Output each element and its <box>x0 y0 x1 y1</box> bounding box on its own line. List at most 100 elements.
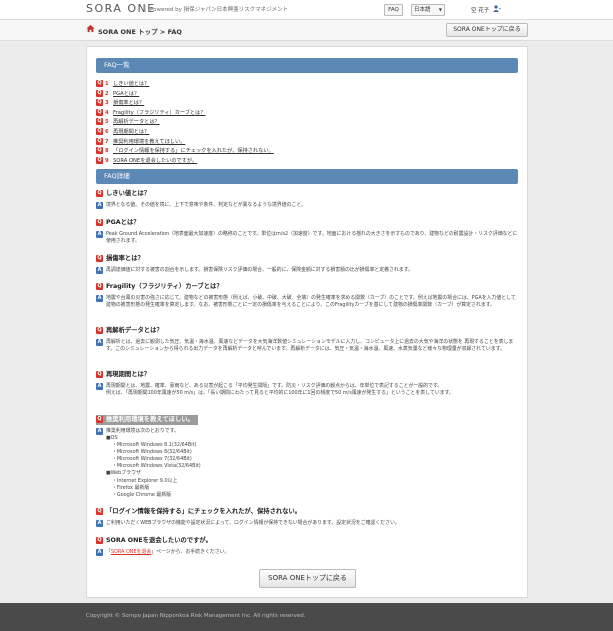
a-badge-icon: A <box>96 202 103 209</box>
faq-number: 9 <box>105 157 109 164</box>
question-text: 「ログイン情報を保持する」にチェックを入れたが、保持されない。 <box>106 508 302 515</box>
faq-link[interactable]: 損傷率とは？ <box>113 100 144 106</box>
answer: A 再解析とは、過去に観測した気圧、気温・海水温、風速などデータを大気海洋数値シミ… <box>96 339 518 353</box>
question-title: Q しきい値とは？ <box>96 189 518 199</box>
faq-number: 5 <box>105 119 109 126</box>
answer: A 再現期間とは、地震、確率、豪雨など、ある災害が起こる「平均発生間隔」です。防災… <box>96 383 518 397</box>
powered-by-tagline: Powered by 損保ジャパン日本興亜リスクマネジメント <box>145 5 288 13</box>
faq-link[interactable]: 推奨利用環境を教えてほしい。 <box>113 139 185 145</box>
q-badge-icon: Q <box>96 189 103 197</box>
faq-item-login-retention: Q 「ログイン情報を保持する」にチェックを入れたが、保持されない。 A ご利用いただ… <box>96 507 518 527</box>
user-icon[interactable] <box>493 5 501 14</box>
faq-list-item[interactable]: Q 5 再解析データとは？ <box>96 118 274 128</box>
faq-list-item[interactable]: Q 6 再現期間とは？ <box>96 127 274 138</box>
faq-button[interactable]: FAQ <box>384 4 403 16</box>
withdraw-link[interactable]: SORA ONEを退会 <box>111 549 151 555</box>
faq-link[interactable]: しきい値とは？ <box>113 81 149 87</box>
answer-text: 境界となる値。その値を境に、上下で意味や条件、判定などが異なるような境界値のこと… <box>106 202 307 208</box>
question-text: 再現期間とは？ <box>106 371 151 378</box>
faq-list-item[interactable]: Q 4 Fragility（フラジリティ）カーブとは？ <box>96 108 274 119</box>
top-header: SORA ONE Powered by 損保ジャパン日本興亜リスクマネジメント … <box>0 0 613 20</box>
faq-list-item[interactable]: Q 9 SORA ONEを退会したいのですが。 <box>96 156 274 167</box>
answer: A Peak Ground Acceleration（地表面最大加速度）の略称のこ… <box>96 231 518 245</box>
q-badge-icon: Q <box>96 326 103 334</box>
environment-item: ■OS <box>106 435 118 441</box>
answer-text: 再現期間とは、地震、確率、豪雨など、ある災害が起こる「平均発生間隔」です。防災・… <box>106 383 443 389</box>
environment-item: ・Microsoft Windows Vista(32/64Bit) <box>112 463 201 470</box>
environment-item: ・Microsoft Windows 8.1(32/64Bit) <box>112 442 197 449</box>
question-title: Q PGAとは？ <box>96 218 518 228</box>
a-badge-icon: A <box>96 267 103 274</box>
faq-link[interactable]: 再解析データとは？ <box>113 119 160 125</box>
q-badge-icon: Q <box>96 118 103 126</box>
a-badge-icon: A <box>96 520 103 527</box>
q-badge-icon: Q <box>96 156 103 164</box>
home-icon[interactable] <box>86 24 95 33</box>
copyright: Copyright © Sompo Japan Nipponkoa Risk M… <box>86 613 306 619</box>
environment-item: ・Microsoft Windows 7(32/64Bit) <box>112 456 192 463</box>
q-badge-icon: Q <box>96 370 103 378</box>
faq-link[interactable]: 「ログイン情報を保持する」にチェックを入れたが、保持されない。 <box>113 148 274 154</box>
faq-list-item[interactable]: Q 2 PGAとは？ <box>96 89 274 100</box>
faq-detail-heading: FAQ詳細 <box>96 169 518 184</box>
faq-item-return-period: Q 再現期間とは？ A 再現期間とは、地震、確率、豪雨など、ある災害が起こる「平均発… <box>96 370 518 397</box>
breadcrumb-bar: SORA ONE トップ > FAQ SORA ONEトップに戻る <box>0 20 613 41</box>
breadcrumb: SORA ONE トップ > FAQ <box>98 28 182 36</box>
answer-text: 「SORA ONEを退会」ページから、お手続きください。 <box>106 549 518 556</box>
faq-number: 4 <box>105 109 109 116</box>
faq-link[interactable]: PGAとは？ <box>113 91 139 97</box>
q-badge-icon: Q <box>96 147 103 155</box>
q-badge-icon: Q <box>96 218 103 226</box>
faq-number: 8 <box>105 148 109 155</box>
language-select[interactable]: 日本語 ▼ <box>411 4 445 16</box>
faq-link[interactable]: 再現期間とは？ <box>113 129 149 135</box>
q-badge-icon: Q <box>96 99 103 107</box>
faq-number: 2 <box>105 90 109 97</box>
q-badge-icon: Q <box>96 282 103 290</box>
user-name[interactable]: 空 花子 <box>471 6 489 14</box>
chevron-down-icon: ▼ <box>438 7 442 12</box>
question-title: Q SORA ONEを退会したいのですが。 <box>96 536 518 546</box>
environment-list: ■OS ・Microsoft Windows 8.1(32/64Bit) ・Micr… <box>106 435 518 499</box>
q-badge-icon: Q <box>96 536 103 544</box>
faq-list-item[interactable]: Q 1 しきい値とは？ <box>96 80 274 90</box>
a-badge-icon: A <box>96 428 103 435</box>
answer-text: 地震や台風の災害の強さに応じて、建物などの被害形態（例えば、小破、中破、大破、全… <box>106 295 516 308</box>
faq-list-item[interactable]: Q 7 推奨利用環境を教えてほしい。 <box>96 137 274 148</box>
faq-number: 3 <box>105 100 109 107</box>
answer-text: 例えば、「再現期間100年風速が50 m/s」は、「長い期間にわたって見ると平均… <box>106 390 454 396</box>
answer-text: Peak Ground Acceleration（地表面最大加速度）の略称のこと… <box>106 231 518 244</box>
faq-number: 1 <box>105 81 109 87</box>
environment-item: ・Microsoft Windows 8(32/64Bit) <box>112 449 192 456</box>
faq-number: 7 <box>105 138 109 145</box>
answer-text: 推奨利用環境は次のとおりです。 <box>106 428 179 434</box>
faq-item-damage-ratio: Q 損傷率とは？ A 再調達価値に対する被害の割合を示します。損害保険リスク評価の場… <box>96 254 518 274</box>
q-badge-icon: Q <box>96 108 103 116</box>
a-badge-icon: A <box>96 339 103 346</box>
answer-suffix: 」ページから、お手続きください。 <box>151 549 230 555</box>
back-to-top-button[interactable]: SORA ONEトップに戻る <box>446 23 528 37</box>
answer: A ご利用いただくWEBブラウザの機能や設定状況によって、ログイン情報が保持できな… <box>96 520 518 527</box>
faq-list-item[interactable]: Q 3 損傷率とは？ <box>96 99 274 109</box>
answer-text: 再調達価値に対する被害の割合を示します。損害保険リスク評価の場合、一般的に、保険… <box>106 267 413 273</box>
faq-item-threshold: Q しきい値とは？ A 境界となる値。その値を境に、上下で意味や条件、判定などが異な… <box>96 189 518 209</box>
faq-link[interactable]: Fragility（フラジリティ）カーブとは？ <box>113 110 206 116</box>
faq-panel: FAQ一覧 Q 1 しきい値とは？ Q 2 PGAとは？ Q 3 損傷率とは？ Q 4 Fragili… <box>86 46 528 598</box>
answer: A 再調達価値に対する被害の割合を示します。損害保険リスク評価の場合、一般的に、保… <box>96 267 518 274</box>
faq-list-item[interactable]: Q 8 「ログイン情報を保持する」にチェックを入れたが、保持されない。 <box>96 147 274 157</box>
a-badge-icon: A <box>96 231 103 238</box>
answer: A 境界となる値。その値を境に、上下で意味や条件、判定などが異なるような境界値のこ… <box>96 202 518 209</box>
question-title: Q 損傷率とは？ <box>96 254 518 264</box>
question-title: Q 「ログイン情報を保持する」にチェックを入れたが、保持されない。 <box>96 507 518 517</box>
faq-number: 6 <box>105 128 109 135</box>
answer: A 「SORA ONEを退会」ページから、お手続きください。 <box>96 549 518 556</box>
q-badge-icon: Q <box>96 507 103 515</box>
faq-link[interactable]: SORA ONEを退会したいのですが。 <box>113 158 197 164</box>
a-badge-icon: A <box>96 295 103 302</box>
a-badge-icon: A <box>96 549 103 556</box>
answer-text: ご利用いただくWEBブラウザの機能や設定状況によって、ログイン情報が保持できない… <box>106 520 400 526</box>
back-to-top-bottom-button[interactable]: SORA ONEトップに戻る <box>259 569 356 588</box>
question-text: SORA ONEを退会したいのですが。 <box>106 537 212 544</box>
faq-item-fragility: Q Fragility（フラジリティ）カーブとは？ A 地震や台風の災害の強さに応じ… <box>96 282 518 309</box>
faq-item-withdraw: Q SORA ONEを退会したいのですが。 A 「SORA ONEを退会」ページから… <box>96 536 518 556</box>
